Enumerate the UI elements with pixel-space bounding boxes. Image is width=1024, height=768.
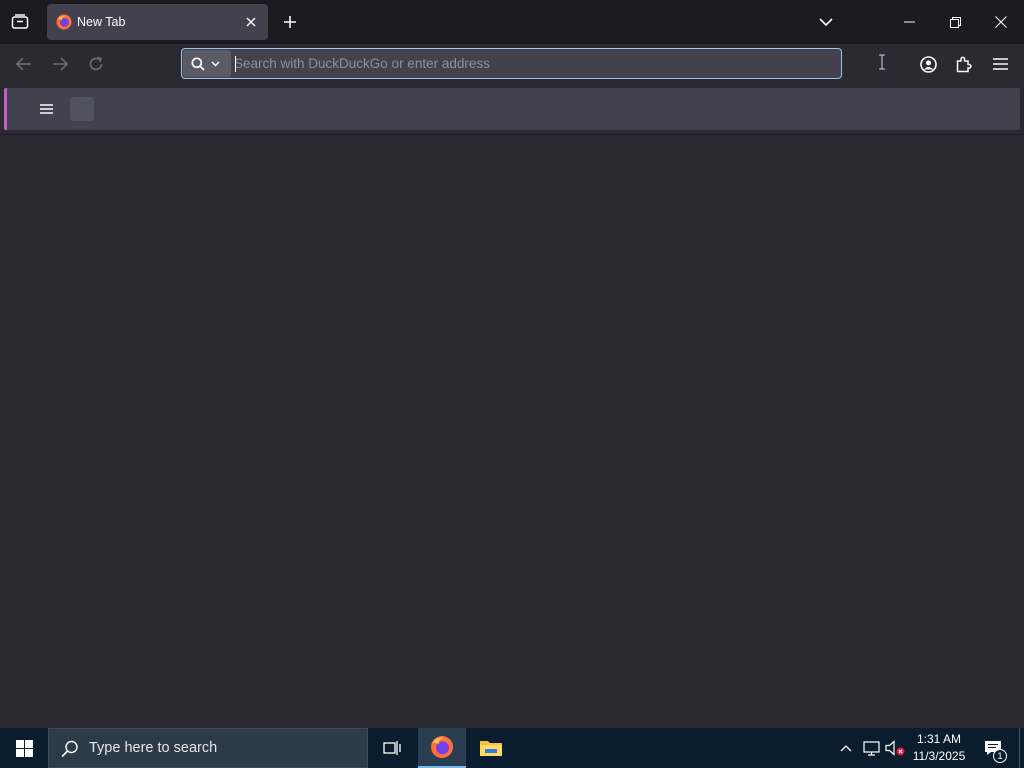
bookmarks-toolbar: [4, 88, 1020, 130]
hamburger-icon: [39, 104, 53, 114]
show-hidden-icons-button[interactable]: [836, 728, 856, 768]
tab-list-icon: [11, 14, 29, 29]
network-button[interactable]: [860, 728, 882, 768]
search-icon: [61, 740, 78, 758]
clock-date: 11/3/2025: [912, 749, 966, 763]
puzzle-icon: [956, 56, 972, 72]
navigation-toolbar: [0, 44, 1024, 84]
account-icon: [919, 55, 937, 73]
text-cursor-icon: [879, 54, 885, 70]
text-caret: [235, 56, 236, 72]
notification-count-badge: 1: [993, 749, 1007, 763]
sidebar-menu-button[interactable]: [35, 99, 57, 119]
taskbar: Type here to search 1:31 AM 11/3/2025 1: [0, 728, 1024, 768]
app-menu-button[interactable]: [984, 48, 1016, 80]
reload-button[interactable]: [80, 48, 112, 80]
show-desktop-button[interactable]: [1019, 728, 1024, 768]
tab-close-button[interactable]: [241, 12, 261, 32]
forward-arrow-icon: [53, 57, 68, 71]
firefox-icon: [431, 736, 453, 758]
tab-title: New Tab: [77, 15, 126, 29]
new-tab-button[interactable]: [274, 6, 306, 38]
forward-button[interactable]: [44, 48, 76, 80]
extensions-button[interactable]: [948, 48, 980, 80]
restore-icon: [949, 16, 961, 28]
back-arrow-icon: [16, 57, 31, 71]
search-engine-button[interactable]: [183, 50, 231, 77]
start-button[interactable]: [0, 728, 48, 768]
taskbar-search-box[interactable]: Type here to search: [48, 728, 368, 768]
close-icon: [246, 17, 256, 27]
back-button[interactable]: [8, 48, 40, 80]
close-icon: [995, 16, 1007, 28]
search-icon: [191, 56, 205, 71]
tab-new-tab[interactable]: New Tab: [47, 4, 268, 40]
plus-icon: [284, 16, 296, 28]
bookmark-placeholder[interactable]: [70, 97, 94, 121]
firefox-view-button[interactable]: [4, 6, 36, 38]
taskbar-clock[interactable]: 1:31 AM 11/3/2025: [906, 731, 972, 765]
taskbar-file-explorer[interactable]: [467, 728, 515, 768]
list-all-tabs-button[interactable]: [810, 6, 842, 38]
url-input[interactable]: [234, 50, 834, 77]
volume-muted-icon: [885, 740, 905, 756]
close-window-button[interactable]: [978, 0, 1024, 44]
restore-button[interactable]: [932, 0, 978, 44]
minimize-icon: [903, 21, 915, 23]
minimize-button[interactable]: [886, 0, 932, 44]
page-content: [0, 134, 1024, 728]
chevron-down-icon: [819, 17, 833, 26]
clock-time: 1:31 AM: [916, 732, 962, 746]
title-bar: New Tab: [0, 0, 1024, 44]
taskbar-search-placeholder: Type here to search: [89, 740, 218, 756]
network-icon: [862, 740, 880, 756]
chevron-down-icon: [211, 60, 220, 67]
account-button[interactable]: [912, 48, 944, 80]
firefox-icon: [56, 14, 72, 30]
task-view-icon: [383, 741, 401, 755]
reload-icon: [89, 56, 103, 71]
folder-icon: [480, 741, 502, 756]
volume-button[interactable]: [884, 728, 906, 768]
windows-logo-icon: [15, 739, 33, 757]
chevron-up-icon: [840, 744, 852, 751]
task-view-button[interactable]: [368, 728, 416, 768]
taskbar-firefox[interactable]: [418, 728, 466, 768]
url-bar[interactable]: [181, 48, 885, 79]
hamburger-icon: [992, 58, 1008, 70]
